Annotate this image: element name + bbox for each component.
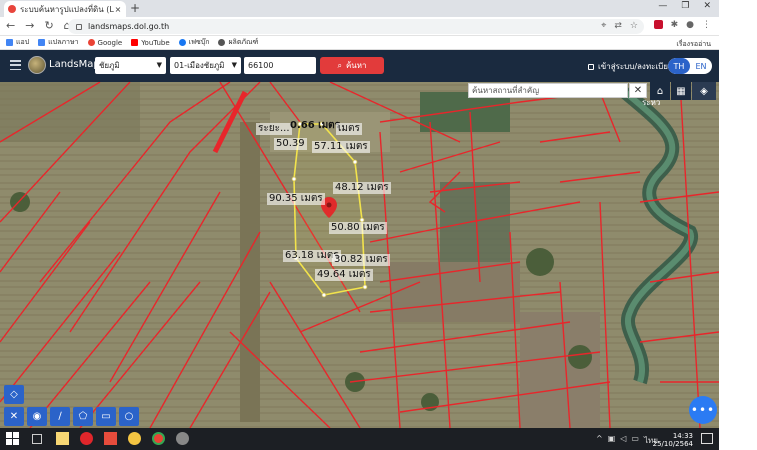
url-bar[interactable]: landsmaps.dol.go.th ⌖ ⇄ ☆ xyxy=(68,19,644,34)
lang-en[interactable]: EN xyxy=(690,58,712,74)
draw-tools: ◇ ✕ xyxy=(4,385,24,426)
youtube-icon xyxy=(131,39,139,46)
translate-icon[interactable]: ⇄ xyxy=(614,21,622,31)
bookmark-apps[interactable]: แอป xyxy=(6,37,29,48)
lock-icon xyxy=(588,63,594,70)
forward-button[interactable]: → xyxy=(25,20,34,32)
location-icon[interactable]: ⌖ xyxy=(601,21,606,31)
bookmarks-bar: แอป แปลภาษา Google YouTube เฟซบุ๊ก ผลิตภ… xyxy=(0,36,719,50)
search-icon[interactable] xyxy=(32,434,42,444)
place-search-input[interactable]: ค้นหาสถานที่สำคัญ xyxy=(468,83,628,98)
menu-icon[interactable]: ⋮ xyxy=(702,20,711,30)
chevron-up-icon[interactable]: ^ xyxy=(596,434,603,447)
taskbar: ^ ▣ ◁ ▭ ไทย 14:33 25/10/2564 xyxy=(0,428,719,450)
rectangle-tool-icon[interactable]: ▭ xyxy=(96,407,116,426)
measure-tools-icon[interactable]: ✕ xyxy=(4,407,24,426)
profile-icon[interactable]: ● xyxy=(686,20,694,30)
notification-icon[interactable] xyxy=(701,433,713,444)
polygon-tool-icon[interactable]: ⬠ xyxy=(73,407,93,426)
measure-label: 57.11 เมตร xyxy=(312,141,370,153)
adobe-icon[interactable] xyxy=(653,20,663,29)
bookmark-translate[interactable]: แปลภาษา xyxy=(38,37,79,48)
puzzle-icon[interactable]: ✱ xyxy=(671,20,679,30)
lock-icon xyxy=(76,23,82,30)
draw-tool-row: ◉ ∕ ⬠ ▭ ○ xyxy=(27,407,139,426)
apps-grid-icon xyxy=(6,39,13,46)
eraser-icon[interactable]: ◇ xyxy=(4,385,24,404)
clock[interactable]: 14:33 25/10/2564 xyxy=(653,432,693,448)
opera-icon[interactable] xyxy=(80,432,93,445)
search-icon: ⌕ xyxy=(337,60,342,70)
star-icon[interactable]: ☆ xyxy=(630,21,638,31)
reading-list[interactable]: เรื่องรออ่าน xyxy=(676,39,711,50)
measure-label: 90.35 เมตร xyxy=(267,193,325,205)
hamburger-menu-icon[interactable] xyxy=(10,60,21,70)
lang-th[interactable]: TH xyxy=(668,58,690,74)
translate-icon xyxy=(38,39,46,46)
app-header: LandsMaps ชัยภูมิ ▼ 01-เมืองชัยภูมิ ▼ 66… xyxy=(0,50,719,82)
facebook-icon xyxy=(178,39,186,46)
login-link[interactable]: เข้าสู่ระบบ/ลงทะเบียน xyxy=(588,60,673,73)
line-tool-icon[interactable]: ∕ xyxy=(50,407,70,426)
tab-title: ระบบค้นหารูปแปลงที่ดิน (LandsMaps) xyxy=(20,4,114,14)
marker-tool-icon[interactable]: ◉ xyxy=(27,407,47,426)
search-button[interactable]: ⌕ ค้นหา xyxy=(320,57,384,74)
measure-label: ระยะ... xyxy=(256,123,292,135)
system-tray: ^ ▣ ◁ ▭ ไทย xyxy=(596,434,658,447)
province-select[interactable]: ชัยภูมิ ▼ xyxy=(95,57,166,74)
network-icon[interactable]: ▣ xyxy=(608,434,616,447)
browser-tab-bar: ระบบค้นหารูปแปลงที่ดิน (LandsMaps) × + —… xyxy=(0,0,719,17)
bookmark-facebook[interactable]: เฟซบุ๊ก xyxy=(178,37,209,48)
url-text: landsmaps.dol.go.th xyxy=(88,22,170,31)
close-window-button[interactable]: ✕ xyxy=(703,1,711,11)
measure-label: 0.66 เมตร xyxy=(290,120,341,131)
grid-icon[interactable]: ▦ xyxy=(671,82,691,100)
nav-buttons: ← → ↻ ⌂ xyxy=(6,20,71,32)
layers-icon[interactable]: ◈ xyxy=(692,82,716,100)
app-icon[interactable] xyxy=(104,432,117,445)
home-icon[interactable]: ⌂ xyxy=(650,82,670,100)
chrome-icon[interactable] xyxy=(128,432,141,445)
landsmaps-logo xyxy=(28,56,46,74)
reload-button[interactable]: ↻ xyxy=(44,20,53,32)
window-controls: — ❐ ✕ xyxy=(658,1,711,11)
map-view[interactable]: ระยะ... 0.66 เมตร เมตร 50.39 57.11 เมตร … xyxy=(0,82,719,428)
measure-label: 49.64 เมตร xyxy=(315,269,373,281)
measure-label: 48.12 เมตร xyxy=(333,182,391,194)
location-pin-icon xyxy=(8,5,16,13)
circle-tool-icon[interactable]: ○ xyxy=(119,407,139,426)
new-tab-button[interactable]: + xyxy=(130,2,140,14)
windows-start-icon[interactable] xyxy=(6,432,19,445)
measure-label: 50.80 เมตร xyxy=(329,222,387,234)
chrome-active-icon[interactable] xyxy=(152,432,165,445)
browser-tab[interactable]: ระบบค้นหารูปแปลงที่ดิน (LandsMaps) × xyxy=(4,1,126,17)
chevron-down-icon: ▼ xyxy=(231,61,237,69)
address-bar-row: ← → ↻ ⌂ landsmaps.dol.go.th ⌖ ⇄ ☆ ✱ ● ⋮ xyxy=(0,17,719,36)
language-toggle[interactable]: TH EN xyxy=(668,58,712,74)
page-margin xyxy=(719,0,757,450)
app-icon[interactable] xyxy=(176,432,189,445)
bookmark-youtube[interactable]: YouTube xyxy=(131,39,170,47)
extensions: ✱ ● ⋮ xyxy=(653,20,711,30)
maximize-button[interactable]: ❐ xyxy=(681,1,689,11)
chevron-down-icon: ▼ xyxy=(156,61,162,69)
clear-button[interactable]: ✕ xyxy=(629,83,647,98)
more-options-button[interactable]: ••• xyxy=(689,396,717,424)
bookmark-products[interactable]: ผลิตภัณฑ์ xyxy=(218,37,258,48)
bookmark-google[interactable]: Google xyxy=(87,39,122,47)
measure-label: 50.39 xyxy=(274,138,307,150)
google-icon xyxy=(87,39,95,46)
measure-label: เมตร xyxy=(336,123,362,135)
measure-label: 30.82 เมตร xyxy=(332,254,390,266)
district-select[interactable]: 01-เมืองชัยภูมิ ▼ xyxy=(170,57,241,74)
minimize-button[interactable]: — xyxy=(658,1,667,11)
close-tab-icon[interactable]: × xyxy=(114,5,122,14)
back-button[interactable]: ← xyxy=(6,20,15,32)
battery-icon[interactable]: ▭ xyxy=(631,434,639,447)
volume-icon[interactable]: ◁ xyxy=(620,434,626,447)
file-explorer-icon[interactable] xyxy=(56,432,69,445)
postal-input[interactable]: 66100 xyxy=(244,57,316,74)
globe-icon xyxy=(218,39,226,46)
